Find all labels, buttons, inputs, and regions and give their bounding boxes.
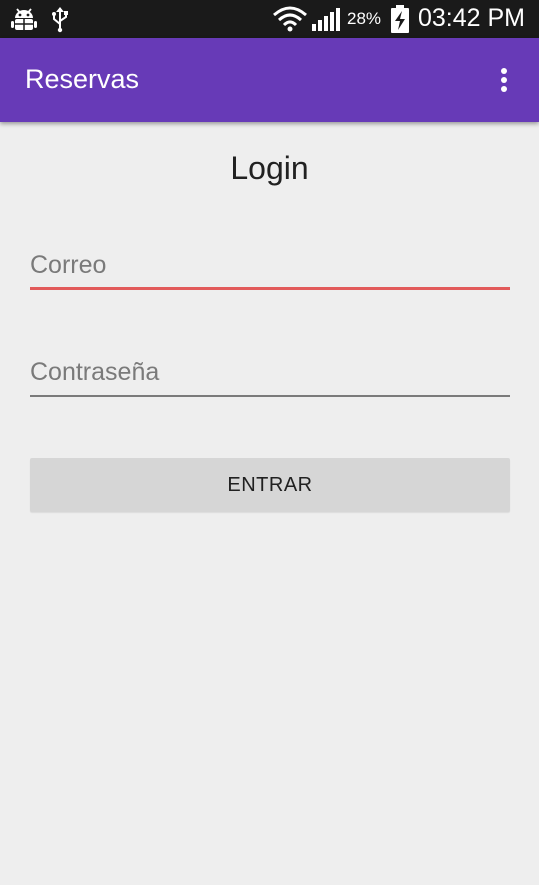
app-title: Reservas bbox=[25, 64, 140, 94]
status-bar: 28% 03:42 PM bbox=[0, 0, 539, 38]
status-clock: 03:42 PM bbox=[418, 4, 526, 32]
password-input[interactable] bbox=[30, 347, 510, 397]
battery-charging-icon bbox=[390, 0, 410, 38]
email-input[interactable] bbox=[30, 240, 510, 290]
usb-icon bbox=[50, 0, 70, 38]
login-heading: Login bbox=[230, 150, 309, 186]
battery-percent: 28% bbox=[347, 9, 382, 28]
overflow-dot bbox=[501, 68, 507, 74]
login-button[interactable]: ENTRAR bbox=[30, 458, 510, 512]
password-field-container bbox=[30, 347, 510, 397]
more-vert-icon[interactable] bbox=[490, 64, 518, 96]
wifi-icon bbox=[272, 0, 308, 38]
email-field-container bbox=[30, 240, 510, 290]
android-debug-icon bbox=[10, 0, 38, 38]
overflow-dot bbox=[501, 86, 507, 92]
overflow-dot bbox=[501, 77, 507, 83]
email-underline bbox=[30, 287, 510, 290]
password-underline bbox=[30, 395, 510, 397]
app-bar: Reservas bbox=[0, 38, 539, 122]
signal-icon bbox=[311, 0, 343, 38]
